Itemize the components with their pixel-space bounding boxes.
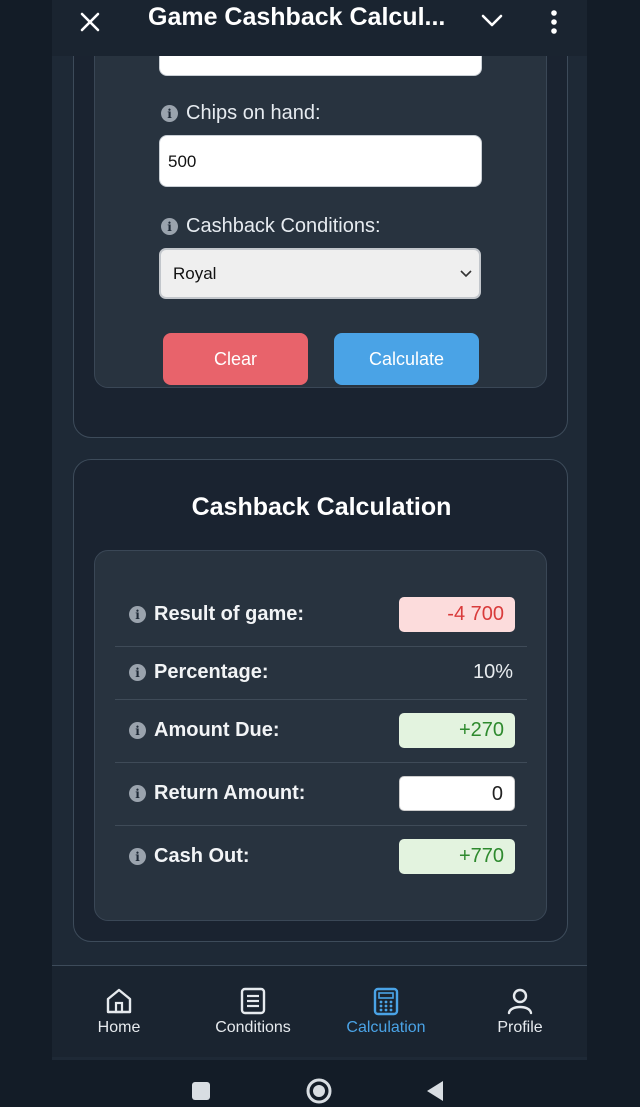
nav-label-home: Home [97, 1019, 141, 1036]
bottom-navigation: Home Conditions Calculation Profile [52, 965, 587, 1057]
chips-label-row: i Chips on hand: [161, 102, 321, 125]
conditions-label-row: i Cashback Conditions: [161, 215, 381, 238]
amount-due-label-row: i Amount Due: [129, 719, 280, 742]
system-navigation-bar [0, 1060, 640, 1107]
more-vertical-icon[interactable] [544, 4, 564, 36]
nav-item-profile[interactable]: Profile [460, 986, 580, 1037]
chevron-down-icon [460, 270, 472, 278]
top-app-bar: Game Cashback Calcul... [52, 0, 587, 56]
info-icon[interactable]: i [129, 722, 146, 739]
percentage-label-row: i Percentage: [129, 661, 269, 684]
info-icon[interactable]: i [161, 105, 178, 122]
percentage-row: i Percentage: 10% [115, 655, 527, 695]
cash-out-label: Cash Out: [154, 845, 250, 867]
result-row: i Result of game: -4 700 [115, 595, 527, 635]
info-icon[interactable]: i [129, 848, 146, 865]
row-divider [115, 825, 527, 826]
conditions-select-value: Royal [173, 264, 217, 283]
calculate-button[interactable]: Calculate [334, 333, 479, 385]
amount-due-label: Amount Due: [154, 719, 280, 741]
amount-due-value: +270 [399, 713, 515, 748]
return-amount-label-row: i Return Amount: [129, 782, 305, 805]
info-icon[interactable]: i [129, 785, 146, 802]
profile-icon [507, 988, 533, 1015]
nav-item-calculation[interactable]: Calculation [326, 986, 446, 1037]
calculator-icon [373, 987, 399, 1016]
result-label: Result of game: [154, 603, 305, 625]
chevron-down-icon[interactable] [477, 6, 507, 36]
nav-label-conditions: Conditions [215, 1019, 291, 1036]
close-icon[interactable] [72, 4, 108, 40]
result-value: -4 700 [399, 597, 515, 632]
nav-label-profile: Profile [497, 1019, 543, 1036]
conditions-label: Cashback Conditions: [186, 215, 381, 237]
return-amount-label: Return Amount: [154, 782, 306, 804]
nav-label-calculation: Calculation [346, 1019, 426, 1036]
chips-input[interactable]: 500 [159, 135, 482, 187]
results-title: Cashback Calculation [191, 493, 452, 521]
cash-out-label-row: i Cash Out: [129, 845, 250, 868]
percentage-value: 10% [472, 661, 513, 683]
info-icon[interactable]: i [161, 218, 178, 235]
home-icon [106, 988, 132, 1014]
back-icon[interactable] [424, 1079, 446, 1103]
nav-item-home[interactable]: Home [59, 986, 179, 1037]
recents-icon[interactable] [190, 1080, 212, 1102]
return-amount-row: i Return Amount: 0 [115, 775, 527, 815]
page-title: Game Cashback Calcul... [148, 3, 446, 31]
result-label-row: i Result of game: [129, 603, 304, 626]
row-divider [115, 699, 527, 700]
list-icon [240, 987, 266, 1015]
results-panel: i Result of game: -4 700 i Percentage: 1… [94, 550, 547, 921]
cash-out-row: i Cash Out: +770 [115, 837, 527, 877]
cash-out-value: +770 [399, 839, 515, 874]
amount-due-row: i Amount Due: +270 [115, 711, 527, 751]
input-card: i Chips on hand: 500 i Cashback Conditio… [73, 0, 568, 438]
return-amount-input[interactable]: 0 [399, 776, 515, 811]
clear-button[interactable]: Clear [163, 333, 308, 385]
chips-label: Chips on hand: [186, 102, 321, 124]
home-button-icon[interactable] [304, 1076, 334, 1106]
input-panel: i Chips on hand: 500 i Cashback Conditio… [94, 0, 547, 388]
percentage-label: Percentage: [154, 661, 269, 683]
results-card: Cashback Calculation i Result of game: -… [73, 459, 568, 942]
nav-item-conditions[interactable]: Conditions [193, 986, 313, 1037]
conditions-select[interactable]: Royal [159, 248, 481, 299]
info-icon[interactable]: i [129, 664, 146, 681]
row-divider [115, 646, 527, 647]
row-divider [115, 762, 527, 763]
info-icon[interactable]: i [129, 606, 146, 623]
